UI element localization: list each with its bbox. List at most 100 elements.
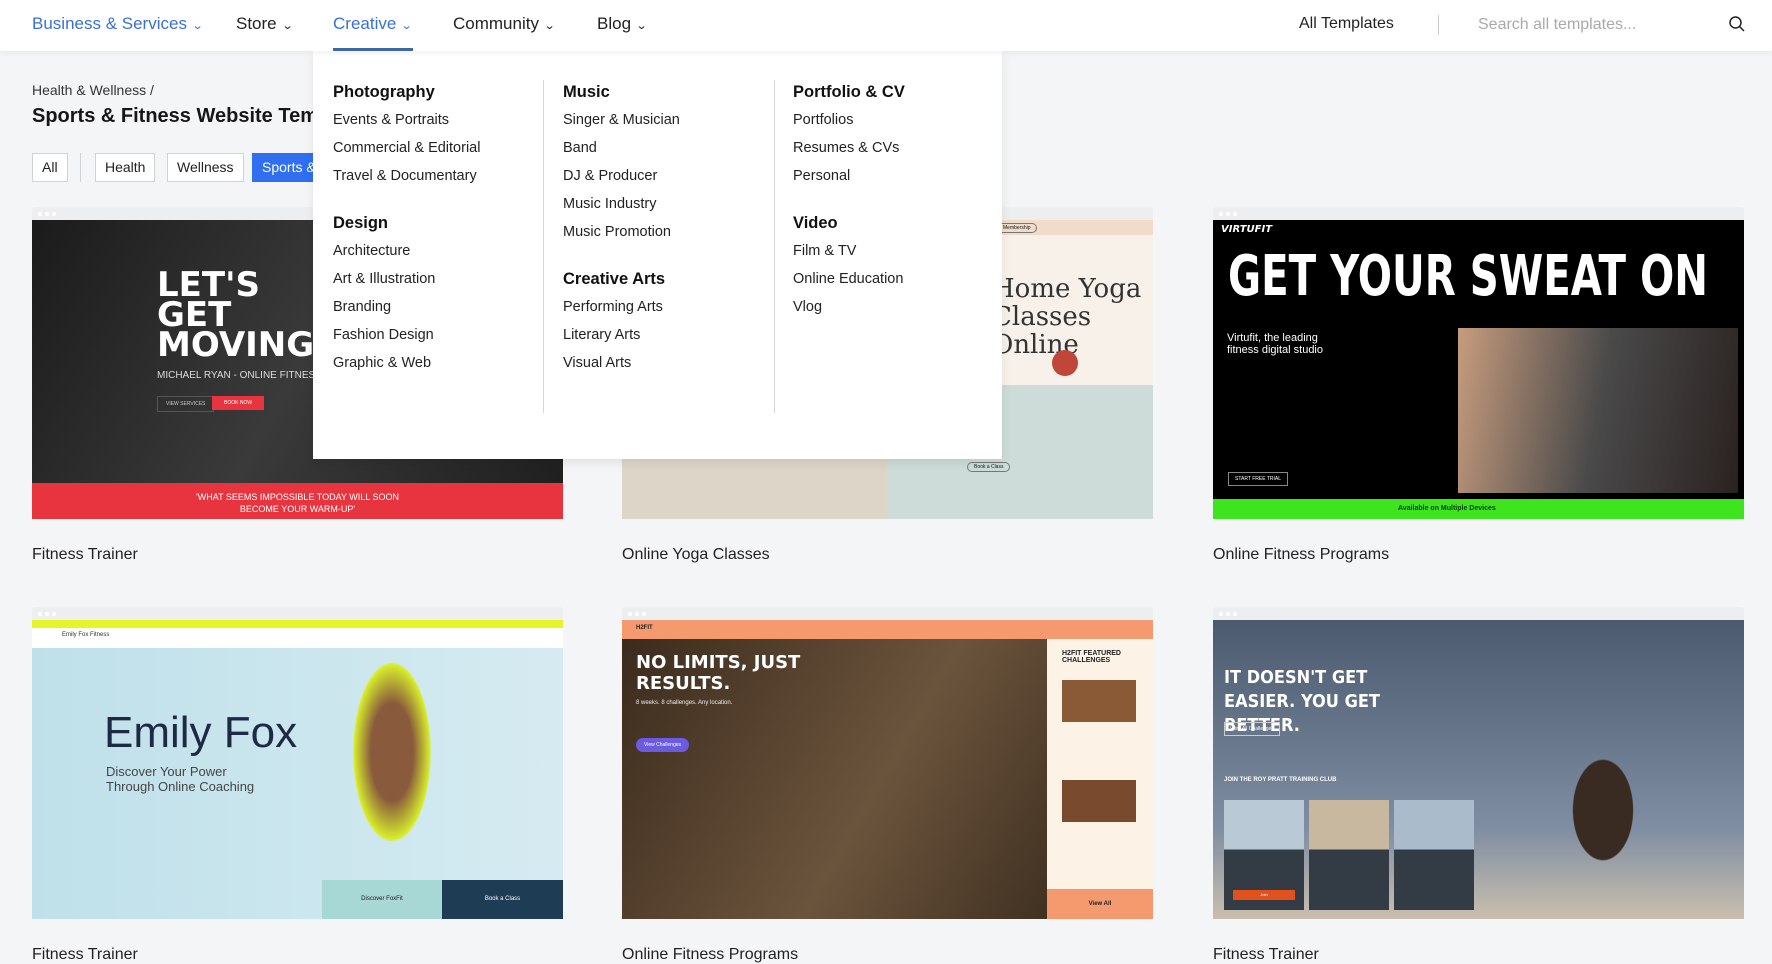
group-heading-design[interactable]: Design — [333, 212, 480, 241]
thumb-headline: GET YOUR SWEAT ON — [1228, 244, 1709, 309]
menu-item[interactable]: Fashion Design — [333, 325, 480, 353]
thumb-banner: Available on Multiple Devices — [1213, 499, 1744, 519]
thumb-subtitle: 8 weeks. 8 challenges. Any location. — [636, 700, 733, 706]
menu-item[interactable]: Singer & Musician — [563, 110, 680, 138]
template-title[interactable]: Online Yoga Classes — [622, 546, 770, 564]
menu-item[interactable]: DJ & Producer — [563, 166, 680, 194]
menu-item[interactable]: Music Industry — [563, 194, 680, 222]
group-heading-portfolio-cv[interactable]: Portfolio & CV — [793, 81, 905, 110]
thumb-subtitle: Virtufit, the leading fitness digital st… — [1227, 332, 1323, 356]
thumb-subtitle: Discover Your Power Through Online Coach… — [106, 764, 255, 794]
chevron-down-icon: ⌄ — [543, 20, 556, 32]
search-icon[interactable] — [1728, 15, 1746, 33]
menu-item[interactable]: Vlog — [793, 297, 905, 325]
nav-blog[interactable]: Blog ⌄ — [597, 14, 648, 34]
active-nav-underline — [333, 48, 413, 51]
nav-label: Community — [453, 14, 539, 33]
thumb-button: Membership — [997, 223, 1037, 233]
top-nav: Business & Services ⌄ Store ⌄ Creative ⌄ Co… — [0, 0, 1772, 51]
thumb-button: BOOK NOW — [212, 396, 265, 410]
thumb-button: Book a Class — [442, 880, 563, 919]
menu-item[interactable]: Art & Illustration — [333, 269, 480, 297]
nav-label: Store — [236, 14, 277, 33]
menu-item[interactable]: Online Education — [793, 269, 905, 297]
thumb-banner: 'WHAT SEEMS IMPOSSIBLE TODAY WILL SOON B… — [32, 483, 563, 519]
thumb-logo: H2FIT — [636, 625, 653, 631]
thumb-subtitle: JOIN THE ROY PRATT TRAINING CLUB — [1224, 777, 1337, 783]
column-divider — [774, 80, 775, 413]
menu-item[interactable]: Architecture — [333, 241, 480, 269]
breadcrumb[interactable]: Health & Wellness / — [32, 82, 154, 98]
chevron-down-icon: ⌄ — [635, 20, 648, 32]
template-title[interactable]: Online Fitness Programs — [622, 946, 798, 964]
group-heading-video[interactable]: Video — [793, 212, 905, 241]
template-card[interactable]: H2FIT NO LIMITS, JUST RESULTS. 8 weeks. … — [622, 607, 1153, 963]
menu-item[interactable]: Music Promotion — [563, 222, 680, 250]
template-card[interactable]: IT DOESN'T GET EASIER. YOU GET BETTER. V… — [1213, 607, 1744, 963]
template-title[interactable]: Fitness Trainer — [32, 546, 138, 564]
divider — [1438, 15, 1439, 35]
template-card[interactable]: Emily Fox Fitness Emily Fox Discover You… — [32, 607, 563, 963]
thumb-button: Discover FoxFit — [322, 880, 442, 919]
thumb-headline: Home Yoga Classes Online — [992, 274, 1142, 360]
menu-item[interactable]: Band — [563, 138, 680, 166]
thumb-side-heading: H2FIT FEATURED CHALLENGES — [1062, 650, 1121, 664]
dropdown-column: Portfolio & CV Portfolios Resumes & CVs … — [793, 81, 905, 325]
thumb-button: Book a Class — [967, 462, 1011, 472]
nav-label: Blog — [597, 14, 632, 33]
thumb-logo: Emily Fox Fitness — [62, 632, 110, 638]
menu-item[interactable]: Events & Portraits — [333, 110, 480, 138]
nav-business-services[interactable]: Business & Services ⌄ — [32, 14, 204, 34]
nav-label: Creative — [333, 14, 397, 33]
nav-store[interactable]: Store ⌄ — [236, 14, 294, 34]
browser-bar — [622, 607, 1153, 620]
nav-community[interactable]: Community ⌄ — [453, 14, 556, 34]
menu-item[interactable]: Portfolios — [793, 110, 905, 138]
thumb-button: START FREE TRIAL — [1228, 472, 1289, 486]
nav-label: Business & Services — [32, 14, 187, 33]
column-divider — [543, 80, 544, 413]
menu-item[interactable]: Commercial & Editorial — [333, 138, 480, 166]
template-thumbnail[interactable]: Emily Fox Fitness Emily Fox Discover You… — [32, 620, 563, 919]
chevron-down-icon: ⌄ — [191, 20, 204, 32]
dropdown-column: Photography Events & Portraits Commercia… — [333, 81, 480, 381]
thumb-button: View Challenges — [636, 738, 690, 752]
browser-bar — [1213, 207, 1744, 220]
menu-item[interactable]: Literary Arts — [563, 325, 680, 353]
divider — [80, 153, 81, 182]
menu-item[interactable]: Performing Arts — [563, 297, 680, 325]
menu-item[interactable]: Travel & Documentary — [333, 166, 480, 194]
chevron-down-icon: ⌄ — [400, 20, 413, 32]
group-heading-photography[interactable]: Photography — [333, 81, 480, 110]
chevron-down-icon: ⌄ — [281, 20, 294, 32]
dropdown-column: Music Singer & Musician Band DJ & Produc… — [563, 81, 680, 381]
template-card[interactable]: VIRTUFIT GET YOUR SWEAT ON Virtufit, the… — [1213, 207, 1744, 563]
template-title[interactable]: Fitness Trainer — [32, 946, 138, 964]
thumb-headline: Emily Fox — [104, 708, 298, 757]
filter-all[interactable]: All — [32, 153, 68, 182]
search-input[interactable] — [1478, 12, 1718, 38]
menu-item[interactable]: Graphic & Web — [333, 353, 480, 381]
group-heading-music[interactable]: Music — [563, 81, 680, 110]
menu-item[interactable]: Personal — [793, 166, 905, 194]
thumb-button: Join — [1233, 890, 1295, 900]
template-title[interactable]: Fitness Trainer — [1213, 946, 1319, 964]
filter-wellness[interactable]: Wellness — [167, 153, 244, 182]
menu-item[interactable]: Branding — [333, 297, 480, 325]
template-title[interactable]: Online Fitness Programs — [1213, 546, 1389, 564]
menu-item[interactable]: Resumes & CVs — [793, 138, 905, 166]
template-thumbnail[interactable]: H2FIT NO LIMITS, JUST RESULTS. 8 weeks. … — [622, 620, 1153, 919]
thumb-button: View All — [1047, 889, 1153, 919]
thumb-logo: VIRTUFIT — [1221, 224, 1273, 235]
filter-health[interactable]: Health — [95, 153, 156, 182]
template-thumbnail[interactable]: IT DOESN'T GET EASIER. YOU GET BETTER. V… — [1213, 620, 1744, 919]
menu-item[interactable]: Visual Arts — [563, 353, 680, 381]
browser-bar — [1213, 607, 1744, 620]
thumb-button: View All Challenges — [1224, 722, 1280, 736]
template-thumbnail[interactable]: VIRTUFIT GET YOUR SWEAT ON Virtufit, the… — [1213, 220, 1744, 519]
thumb-button: VIEW SERVICES — [157, 396, 215, 412]
all-templates-link[interactable]: All Templates — [1299, 15, 1394, 33]
group-heading-creative-arts[interactable]: Creative Arts — [563, 268, 680, 297]
nav-creative[interactable]: Creative ⌄ — [333, 14, 413, 34]
menu-item[interactable]: Film & TV — [793, 241, 905, 269]
